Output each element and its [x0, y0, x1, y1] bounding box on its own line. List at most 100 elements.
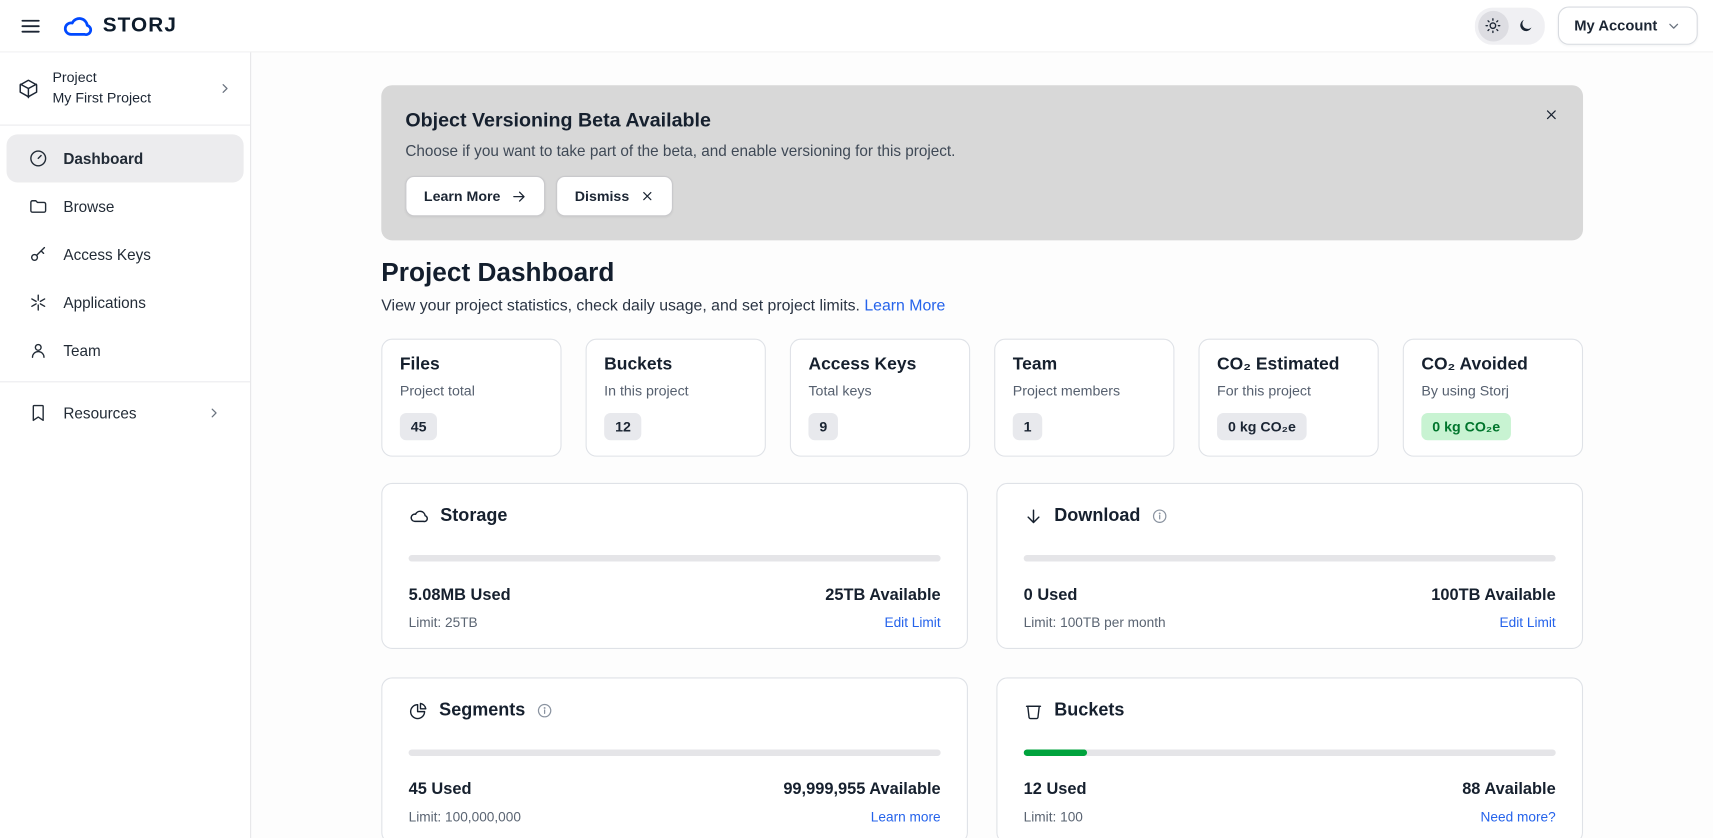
top-bar: STORJ My Account	[0, 0, 1713, 52]
buckets-used: 12 Used	[1024, 780, 1087, 799]
arrow-right-icon	[511, 188, 526, 203]
sidebar-item-browse[interactable]: Browse	[7, 182, 244, 230]
storage-card: Storage 5.08MB Used 25TB Available Limit…	[381, 483, 968, 649]
segments-available: 99,999,955 Available	[783, 780, 940, 799]
stat-card-co2-estimated: CO₂ Estimated For this project 0 kg CO₂e	[1198, 339, 1378, 457]
moon-icon	[1518, 17, 1534, 33]
stat-card-title: Buckets	[604, 355, 747, 375]
learn-more-label: Learn More	[424, 188, 501, 204]
hamburger-icon	[20, 15, 42, 37]
sidebar-item-access-keys[interactable]: Access Keys	[7, 230, 244, 278]
dismiss-button[interactable]: Dismiss	[556, 176, 673, 216]
usage-card-grid: Storage 5.08MB Used 25TB Available Limit…	[381, 483, 1583, 649]
usage-card-title: Storage	[440, 506, 507, 527]
stat-card-value-badge: 0 kg CO₂e	[1217, 413, 1307, 440]
menu-button[interactable]	[15, 10, 46, 41]
page-title: Project Dashboard	[381, 258, 1583, 289]
download-card: Download 0 Used 100TB Available	[996, 483, 1583, 649]
progress-fill	[1024, 749, 1088, 756]
sidebar-item-label: Dashboard	[63, 149, 143, 166]
banner-title: Object Versioning Beta Available	[405, 109, 1552, 132]
storage-limit: Limit: 25TB	[409, 615, 478, 630]
stat-card-buckets: Buckets In this project 12	[586, 339, 766, 457]
info-icon[interactable]	[536, 702, 552, 718]
theme-toggle	[1475, 7, 1545, 44]
stat-card-title: CO₂ Avoided	[1421, 355, 1564, 375]
download-edit-limit-link[interactable]: Edit Limit	[1500, 615, 1556, 630]
beta-banner: Object Versioning Beta Available Choose …	[381, 85, 1583, 240]
chevron-right-icon	[206, 405, 221, 420]
project-label: Project	[52, 68, 151, 89]
stat-card-team: Team Project members 1	[994, 339, 1174, 457]
applications-icon	[28, 292, 48, 312]
close-icon	[1544, 107, 1559, 122]
sidebar-item-label: Team	[63, 342, 100, 359]
info-icon[interactable]	[1151, 508, 1167, 524]
usage-card-title: Segments	[439, 700, 525, 721]
project-box-icon	[17, 77, 39, 99]
sidebar-nav: Dashboard Browse Access Keys	[0, 125, 250, 436]
stat-card-title: CO₂ Estimated	[1217, 355, 1360, 375]
person-icon	[28, 341, 48, 361]
stat-card-value-badge: 9	[808, 413, 838, 440]
sidebar-item-dashboard[interactable]: Dashboard	[7, 134, 244, 182]
buckets-need-more-link[interactable]: Need more?	[1481, 810, 1556, 825]
sidebar: Project My First Project Dashboard	[0, 52, 251, 838]
stat-card-co2-avoided: CO₂ Avoided By using Storj 0 kg CO₂e	[1403, 339, 1583, 457]
buckets-card: Buckets 12 Used 88 Available Limit: 100 …	[996, 677, 1583, 838]
arrow-down-icon	[1024, 506, 1044, 526]
segments-learn-more-link[interactable]: Learn more	[871, 810, 941, 825]
segments-used: 45 Used	[409, 780, 472, 799]
storage-edit-limit-link[interactable]: Edit Limit	[884, 615, 940, 630]
sidebar-item-applications[interactable]: Applications	[7, 278, 244, 326]
chevron-right-icon	[217, 81, 232, 96]
bookmark-icon	[28, 403, 48, 423]
banner-description: Choose if you want to take part of the b…	[405, 142, 1552, 159]
usage-card-title: Buckets	[1054, 700, 1124, 721]
stat-card-title: Access Keys	[808, 355, 951, 375]
dashboard-learn-more-link[interactable]: Learn More	[864, 297, 945, 314]
stat-card-value-badge: 1	[1013, 413, 1043, 440]
dashboard-icon	[28, 148, 48, 168]
stat-card-files: Files Project total 45	[381, 339, 561, 457]
stat-card-subtitle: For this project	[1217, 382, 1360, 398]
sidebar-item-label: Applications	[63, 294, 145, 311]
sidebar-item-team[interactable]: Team	[7, 326, 244, 374]
learn-more-button[interactable]: Learn More	[405, 176, 545, 216]
stat-card-subtitle: Project total	[400, 382, 543, 398]
segments-card: Segments 45 Used 99,999,955 Available	[381, 677, 968, 838]
my-account-button[interactable]: My Account	[1558, 7, 1698, 45]
stat-card-subtitle: Total keys	[808, 382, 951, 398]
usage-card-title: Download	[1054, 506, 1140, 527]
project-selector[interactable]: Project My First Project	[0, 52, 250, 125]
banner-close-button[interactable]	[1539, 103, 1563, 127]
my-account-label: My Account	[1574, 17, 1657, 33]
segments-progress-bar	[409, 749, 941, 756]
stat-card-value-badge: 0 kg CO₂e	[1421, 413, 1511, 440]
key-icon	[28, 244, 48, 264]
download-used: 0 Used	[1024, 586, 1078, 605]
light-mode-button[interactable]	[1478, 10, 1509, 41]
stat-card-value-badge: 12	[604, 413, 642, 440]
dismiss-label: Dismiss	[575, 188, 629, 204]
stat-card-title: Team	[1013, 355, 1156, 375]
download-progress-bar	[1024, 555, 1556, 562]
main-area: Object Versioning Beta Available Choose …	[251, 52, 1713, 838]
page-subtitle-text: View your project statistics, check dail…	[381, 297, 860, 314]
sidebar-divider	[0, 381, 250, 382]
close-icon	[640, 189, 654, 203]
dark-mode-button[interactable]	[1511, 10, 1542, 41]
storj-logo[interactable]: STORJ	[61, 9, 177, 42]
folder-icon	[28, 196, 48, 216]
buckets-progress-bar	[1024, 749, 1556, 756]
sun-icon	[1485, 17, 1501, 33]
cloud-icon	[409, 506, 430, 527]
segments-limit: Limit: 100,000,000	[409, 810, 521, 825]
stat-card-subtitle: By using Storj	[1421, 382, 1564, 398]
segments-icon	[409, 701, 429, 721]
bucket-icon	[1024, 701, 1044, 721]
sidebar-item-resources[interactable]: Resources	[7, 389, 244, 437]
stat-card-title: Files	[400, 355, 543, 375]
usage-card-grid: Segments 45 Used 99,999,955 Available	[381, 677, 1583, 838]
sidebar-item-label: Resources	[63, 404, 136, 421]
